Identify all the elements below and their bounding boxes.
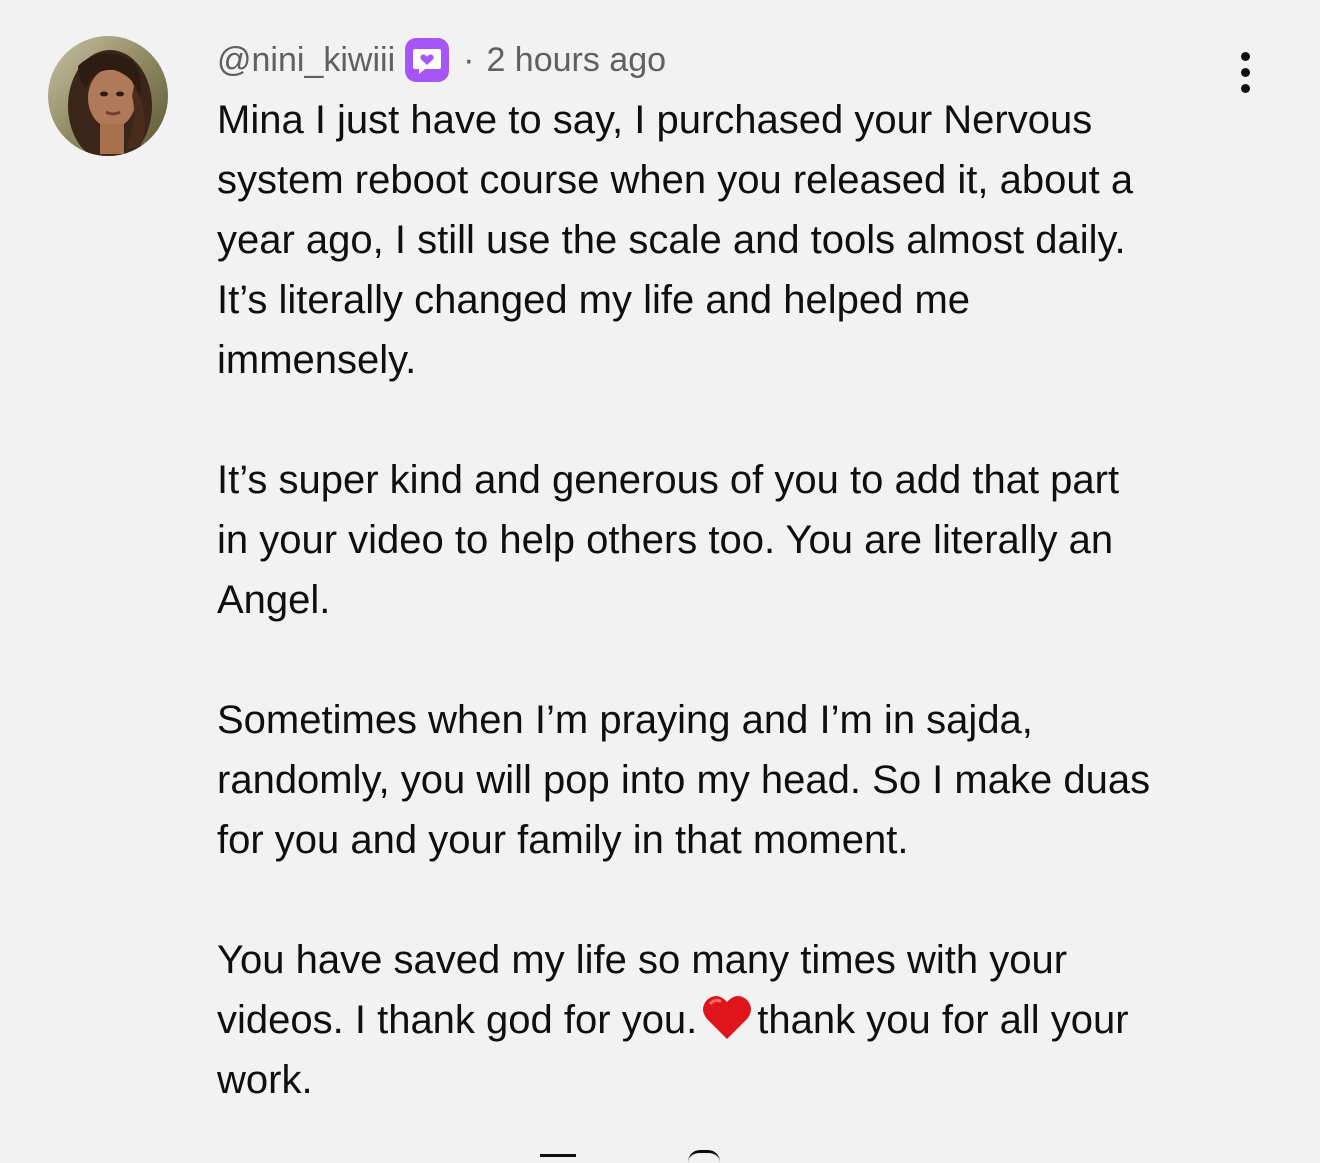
- comment: @nini_kiwiii · 2 hours ago Mina I just h…: [0, 0, 1320, 1160]
- comment-text-fragment: thank you for all your: [757, 998, 1129, 1042]
- paragraph-break: [217, 870, 1257, 930]
- comment-text-line: Angel.: [217, 578, 331, 622]
- comment-text-line: for you and your family in that moment.: [217, 818, 909, 862]
- comment-header: @nini_kiwiii · 2 hours ago: [217, 36, 666, 84]
- comment-text-line: randomly, you will pop into my head. So …: [217, 758, 1151, 802]
- comment-timestamp[interactable]: 2 hours ago: [486, 41, 666, 80]
- comment-text-line: You have saved my life so many times wit…: [217, 938, 1068, 982]
- comment-text-line: system reboot course when you released i…: [217, 158, 1134, 202]
- comment-text-line: immensely.: [217, 338, 417, 382]
- comment-text-line: Mina I just have to say, I purchased you…: [217, 98, 1093, 142]
- comment-text-line: year ago, I still use the scale and tool…: [217, 218, 1126, 262]
- like-button-partial[interactable]: [540, 1154, 576, 1163]
- comment-text: Mina I just have to say, I purchased you…: [217, 90, 1257, 1110]
- member-heart-badge-icon: [403, 36, 451, 84]
- paragraph-break: [217, 390, 1257, 450]
- comment-text-line-with-heart: videos. I thank god for you. thank you fo…: [217, 990, 1257, 1050]
- header-separator: ·: [463, 40, 475, 79]
- user-avatar-photo: [48, 36, 168, 156]
- username-link[interactable]: @nini_kiwiii: [217, 41, 395, 80]
- vertical-ellipsis-icon: [1240, 51, 1250, 61]
- paragraph-break: [217, 630, 1257, 690]
- reply-button-partial[interactable]: [688, 1150, 720, 1163]
- comment-text-line: It’s super kind and generous of you to a…: [217, 458, 1120, 502]
- avatar[interactable]: [48, 36, 168, 156]
- vertical-ellipsis-icon: [1240, 67, 1250, 77]
- comment-text-fragment: videos. I thank god for you.: [217, 998, 698, 1042]
- comment-text-line: It’s literally changed my life and helpe…: [217, 278, 971, 322]
- comment-text-line: in your video to help others too. You ar…: [217, 518, 1114, 562]
- comment-text-line: Sometimes when I’m praying and I’m in sa…: [217, 698, 1033, 742]
- comment-text-line: work.: [217, 1058, 313, 1102]
- red-heart-emoji-icon: [701, 993, 753, 1041]
